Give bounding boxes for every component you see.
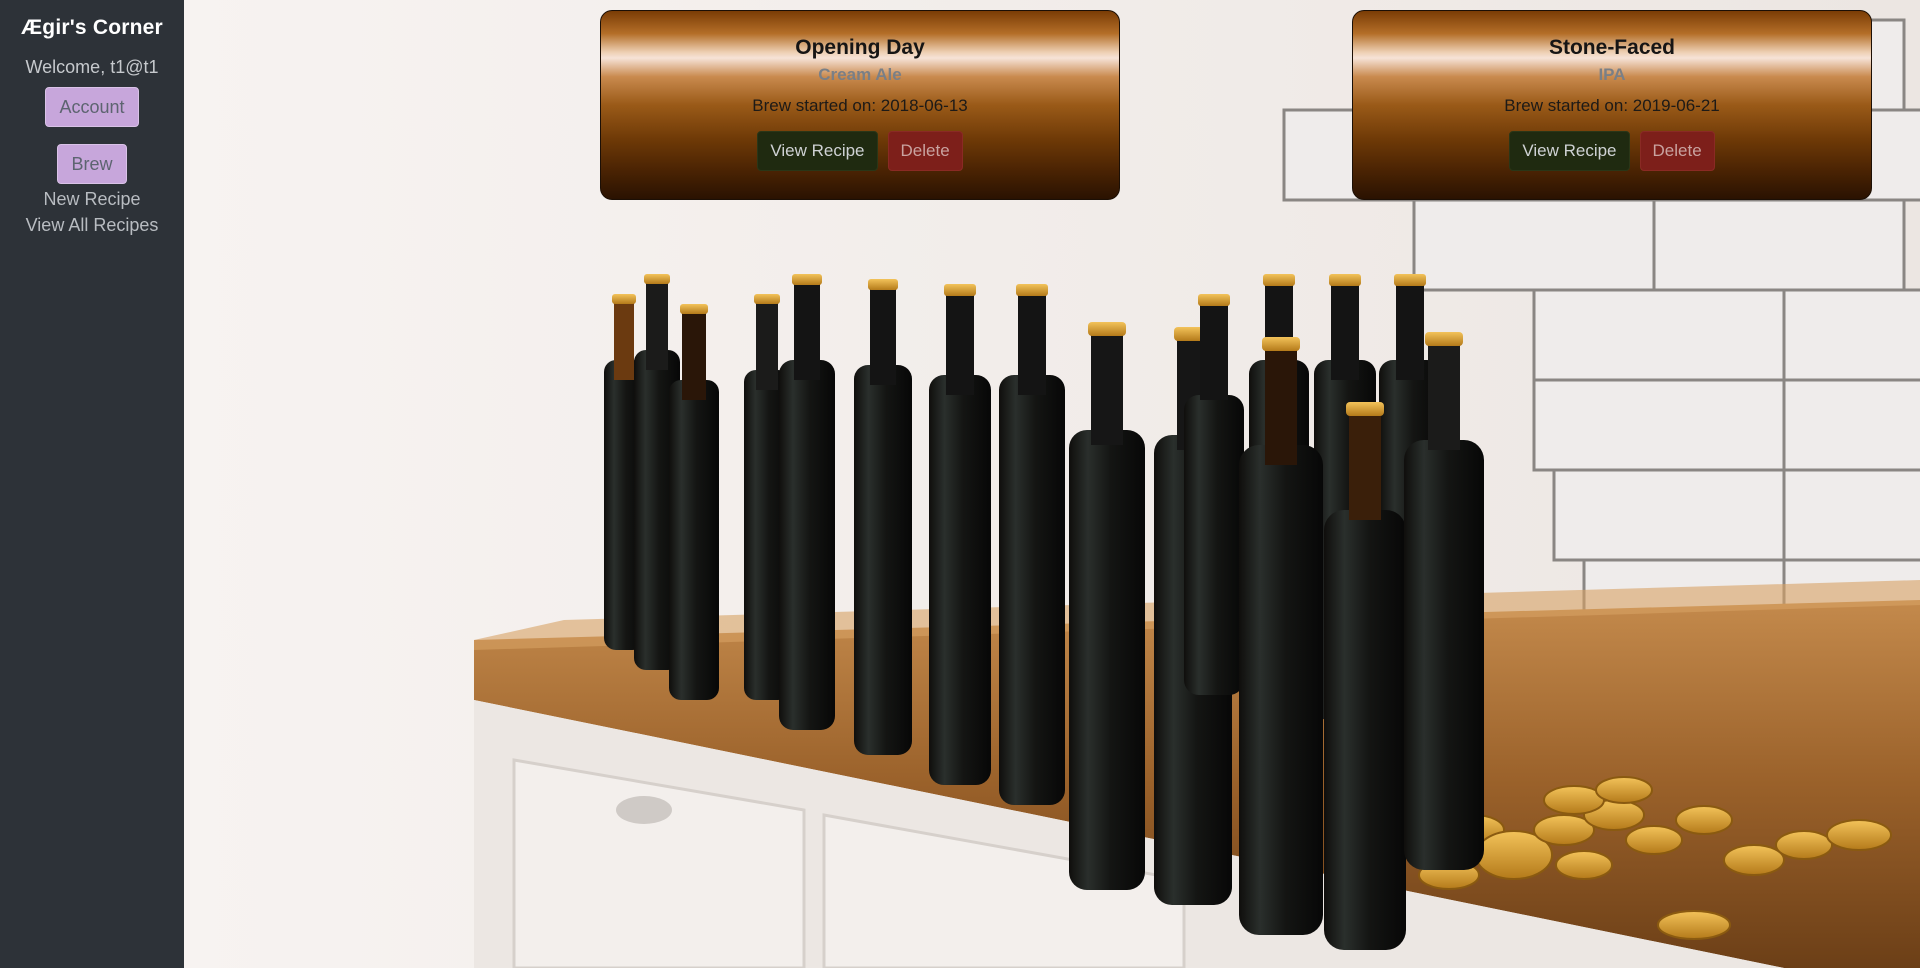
- sidebar: Ægir's Corner Welcome, t1@t1 Account Bre…: [0, 0, 184, 968]
- brew-card: Stone-Faced IPA Brew started on: 2019-06…: [1352, 10, 1872, 200]
- brew-style: Cream Ale: [818, 65, 902, 84]
- brew-card-actions: View Recipe Delete: [601, 131, 1119, 171]
- view-recipe-button[interactable]: View Recipe: [757, 131, 878, 171]
- brew-card-actions: View Recipe Delete: [1353, 131, 1871, 171]
- view-recipe-button[interactable]: View Recipe: [1509, 131, 1630, 171]
- delete-button[interactable]: Delete: [1639, 131, 1715, 171]
- account-button[interactable]: Account: [45, 87, 139, 127]
- brew-start-date: Brew started on: 2019-06-21: [1504, 96, 1720, 115]
- welcome-text: Welcome, t1@t1: [25, 57, 159, 77]
- view-all-recipes-link[interactable]: View All Recipes: [26, 212, 159, 238]
- brew-style: IPA: [1598, 65, 1626, 84]
- brew-card: Opening Day Cream Ale Brew started on: 2…: [600, 10, 1120, 200]
- brand-title: Ægir's Corner: [21, 16, 163, 39]
- new-recipe-link[interactable]: New Recipe: [43, 186, 140, 212]
- background-photo: Opening Day Cream Ale Brew started on: 2…: [184, 0, 1920, 968]
- brew-name: Opening Day: [795, 36, 925, 59]
- brew-start-date: Brew started on: 2018-06-13: [752, 96, 968, 115]
- brew-button[interactable]: Brew: [57, 144, 127, 184]
- delete-button[interactable]: Delete: [887, 131, 963, 171]
- brew-name: Stone-Faced: [1548, 36, 1676, 59]
